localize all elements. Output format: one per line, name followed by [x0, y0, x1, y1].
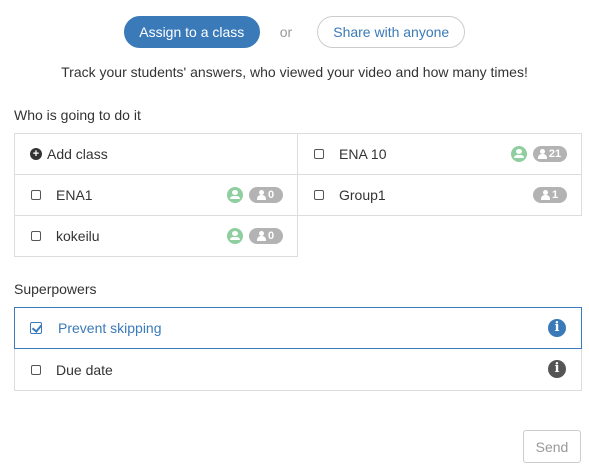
class-badges: 0: [227, 228, 283, 244]
class-badges: 0: [227, 187, 283, 203]
class-name: kokeilu: [56, 228, 100, 244]
class-item-ena-10[interactable]: ENA 10 21: [297, 133, 582, 175]
teacher-icon: [227, 187, 243, 203]
share-with-anyone-button[interactable]: Share with anyone: [317, 16, 466, 48]
superpowers-list: Prevent skipping i Due date i: [14, 307, 582, 391]
student-count: 1: [551, 189, 559, 201]
checkbox[interactable]: [31, 364, 41, 375]
info-icon[interactable]: i: [548, 360, 566, 378]
student-count: 21: [548, 148, 562, 160]
student-count-badge: 0: [249, 228, 283, 244]
class-name: ENA 10: [339, 146, 387, 162]
option-label: Prevent skipping: [58, 320, 162, 336]
checked-checkbox-icon[interactable]: [30, 322, 42, 334]
superpowers-title: Superpowers: [14, 281, 97, 297]
or-separator: or: [279, 24, 293, 40]
due-date-option[interactable]: Due date i: [14, 349, 582, 391]
checkbox[interactable]: [31, 190, 41, 200]
teacher-icon: [227, 228, 243, 244]
person-icon: [256, 190, 266, 200]
plus-circle-icon: +: [30, 148, 42, 160]
add-class-label: Add class: [47, 146, 108, 162]
add-class-button[interactable]: + Add class: [14, 133, 298, 175]
student-count-badge: 1: [533, 187, 567, 203]
student-count-badge: 21: [533, 146, 567, 162]
prevent-skipping-option[interactable]: Prevent skipping i: [14, 307, 582, 349]
checkbox[interactable]: [314, 190, 324, 200]
option-label: Due date: [56, 361, 113, 378]
class-name: ENA1: [56, 187, 93, 203]
assign-to-class-button[interactable]: Assign to a class: [123, 16, 260, 48]
tagline: Track your students' answers, who viewed…: [61, 64, 528, 80]
class-badges: 1: [533, 187, 567, 203]
top-action-bar: Assign to a class or Share with anyone: [0, 16, 589, 48]
student-count: 0: [267, 230, 275, 242]
class-grid: + Add class ENA 10 21 ENA1 0 Group1 1 ko…: [14, 133, 582, 257]
class-badges: 21: [511, 146, 567, 162]
checkbox[interactable]: [31, 231, 41, 241]
info-icon[interactable]: i: [548, 319, 566, 337]
teacher-icon: [511, 146, 527, 162]
student-count-badge: 0: [249, 187, 283, 203]
class-item-kokeilu[interactable]: kokeilu 0: [14, 215, 298, 257]
checkbox[interactable]: [314, 149, 324, 159]
class-name: Group1: [339, 187, 386, 203]
send-button[interactable]: Send: [523, 430, 581, 463]
person-icon: [537, 149, 547, 159]
who-section-title: Who is going to do it: [14, 107, 141, 123]
person-icon: [256, 231, 266, 241]
class-item-ena1[interactable]: ENA1 0: [14, 174, 298, 216]
class-item-group1[interactable]: Group1 1: [297, 174, 582, 216]
student-count: 0: [267, 189, 275, 201]
person-icon: [540, 190, 550, 200]
